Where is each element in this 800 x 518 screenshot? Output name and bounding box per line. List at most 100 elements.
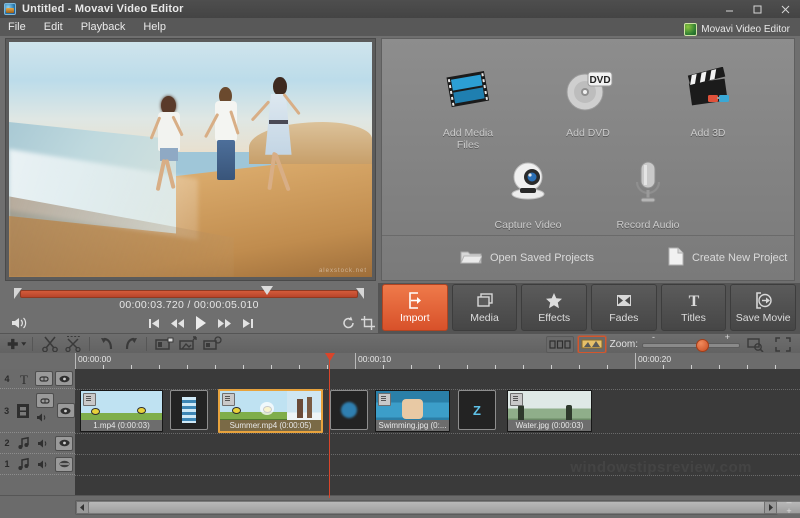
close-button[interactable] [772,1,798,17]
scrub-track[interactable] [20,290,358,298]
add-dvd-tile[interactable]: DVD Add DVD [534,59,642,139]
color-adjust-button[interactable] [153,335,175,353]
window-controls [716,0,798,18]
trim-end-handle[interactable] [356,288,364,299]
menu-playback[interactable]: Playback [72,18,135,36]
timeline-ruler[interactable]: 00:00:00 00:00:10 00:00:20 [0,353,800,370]
import-panel: Movavi Video Editor [381,38,795,281]
go-to-start-button[interactable] [143,313,165,333]
clip-water-jpg[interactable]: Water.jpg (0:00:03) [507,390,592,432]
tile-label-line2: Files [457,139,479,151]
page-watermark: windowstipsreview.com [570,459,752,476]
clapperboard-3d-icon [654,59,762,121]
undo-button[interactable] [96,335,118,353]
clip-summer-mp4[interactable]: Summer.mp4 (0:00:05) [218,389,323,433]
go-to-end-button[interactable] [237,313,259,333]
maximize-button[interactable] [744,1,770,17]
zoom-slider-knob[interactable] [696,339,709,352]
open-saved-projects-button[interactable]: Open Saved Projects [460,248,594,268]
horizontal-scrollbar[interactable]: – + [0,495,800,518]
transition-zoom[interactable]: Z [458,390,496,430]
scrollbar-thumb[interactable] [88,501,800,514]
video-preview[interactable]: alexstock.net [9,42,372,277]
create-new-project-button[interactable]: Create New Project [668,247,787,269]
note-icon [14,455,34,473]
transition-blinds[interactable] [170,390,208,430]
zoom-slider-track[interactable] [642,343,740,348]
clip-swimming-jpg[interactable]: Swimming.jpg (0:... [375,390,450,432]
preview-playhead[interactable] [261,286,273,295]
track-header-1[interactable]: 1 [0,454,75,475]
fullscreen-button[interactable] [772,335,794,353]
timeline-tracks: 4 T 3 [0,369,800,495]
track-mute-toggle[interactable] [36,410,54,428]
scrollbar-gutter[interactable] [75,500,778,515]
menu-help[interactable]: Help [134,18,175,36]
add-dvd-label: Add DVD [534,127,642,139]
track-visibility-toggle[interactable] [54,370,74,388]
track-mute-toggle[interactable] [34,455,54,473]
track-visibility-toggle[interactable] [54,434,74,452]
scroll-right-button[interactable] [764,501,777,514]
preview-person-right [259,77,306,195]
zoom-slider[interactable]: - + [642,337,738,351]
tab-media[interactable]: Media [452,284,518,331]
capture-video-tile[interactable]: Capture Video [474,151,582,231]
transport-controls [0,313,378,333]
track-header-3[interactable]: 3 [0,389,75,433]
stabilize-button[interactable] [201,335,223,353]
track-link-toggle[interactable] [34,370,54,388]
volume-button[interactable] [8,313,30,333]
track-link-toggle[interactable] [36,393,54,408]
pan-zoom-button[interactable] [177,335,199,353]
track-header-4[interactable]: 4 T [0,369,75,389]
add-media-files-label: Add Media Files [414,127,522,151]
tab-effects[interactable]: Effects [521,284,587,331]
add-media-files-tile[interactable]: Add Media Files [414,59,522,151]
import-tiles: Add Media Files DVD [382,45,794,233]
next-frame-button[interactable] [213,313,235,333]
note-icon [14,434,34,452]
crop-button[interactable] [357,313,379,333]
track-mute-toggle[interactable] [34,434,54,452]
track-visibility-toggle[interactable] [56,402,75,420]
zoom-plus-label: + [725,332,730,342]
document-icon [668,247,684,269]
play-button[interactable] [190,313,212,333]
transition-circle[interactable] [330,390,368,430]
eye-icon [55,457,73,472]
record-audio-tile[interactable]: Record Audio [594,151,702,231]
star-icon [545,292,563,310]
timeline-view-button[interactable] [578,336,606,353]
add-media-dropdown[interactable] [6,335,28,353]
webcam-icon [474,151,582,213]
scroll-zoom-in-button[interactable]: + [786,507,791,516]
movavi-video-editor-window: Untitled - Movavi Video Editor File Edit… [0,0,800,517]
minimize-button[interactable] [716,1,742,17]
fit-to-screen-button[interactable] [744,335,766,353]
track-number: 3 [0,406,13,416]
preview-person-left [151,96,195,195]
track-visibility-toggle[interactable] [54,455,74,473]
split-button[interactable] [39,335,61,353]
scrub-bar[interactable] [8,287,370,299]
timeline-playhead-marker[interactable] [325,353,335,361]
tab-import[interactable]: Import [382,284,448,331]
tab-titles[interactable]: T Titles [661,284,727,331]
menu-file[interactable]: File [0,18,35,36]
clip-1mp4[interactable]: 1.mp4 (0:00:03) [80,390,163,432]
tab-fades[interactable]: Fades [591,284,657,331]
add-3d-tile[interactable]: Add 3D [654,59,762,139]
split-all-button[interactable] [63,335,85,353]
timeline-canvas[interactable]: 1.mp4 (0:00:03) Summer.mp4 (0:00:05) [75,369,800,495]
ruler-label-1: 00:00:10 [355,354,391,364]
menu-edit[interactable]: Edit [35,18,72,36]
tab-save-movie[interactable]: Save Movie [730,284,796,331]
storyboard-view-button[interactable] [546,336,574,353]
app-logo-icon [4,3,16,15]
ruler-ticks: 00:00:00 00:00:10 00:00:20 [75,353,800,369]
redo-button[interactable] [120,335,142,353]
brand-label: Movavi Video Editor [701,24,790,35]
track-header-2[interactable]: 2 [0,433,75,454]
previous-frame-button[interactable] [167,313,189,333]
